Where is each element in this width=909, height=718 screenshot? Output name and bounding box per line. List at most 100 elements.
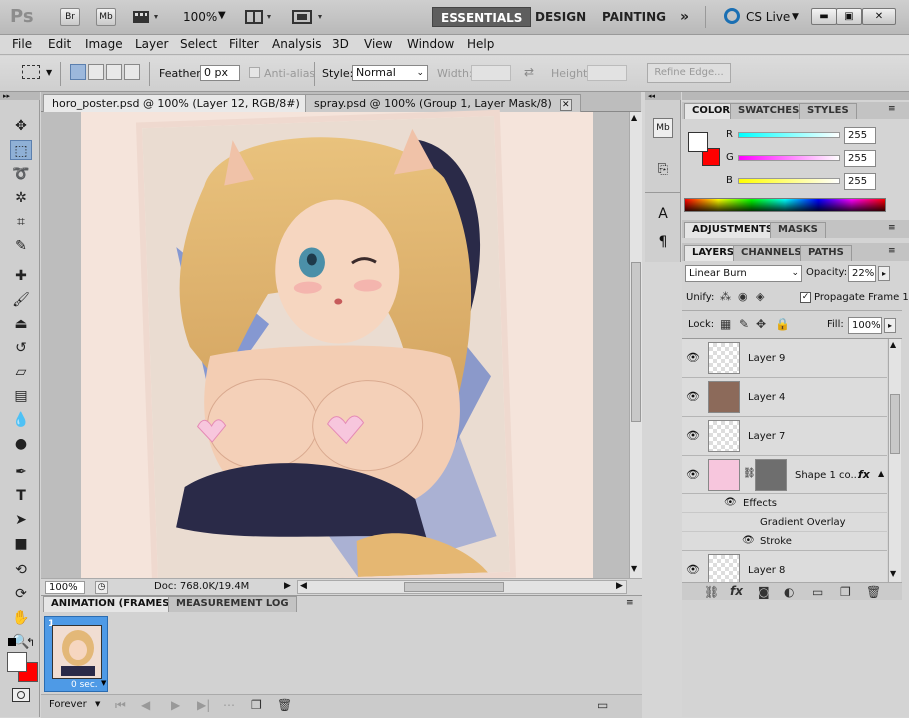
hand-tool-icon[interactable]: ✋: [10, 608, 32, 628]
effect-row[interactable]: Gradient Overlay: [682, 513, 887, 532]
workspace-essentials[interactable]: ESSENTIALS: [432, 7, 532, 27]
history-panel-icon[interactable]: ⎘: [653, 162, 673, 182]
unify-style-icon[interactable]: ◈: [756, 290, 764, 303]
layer-row[interactable]: 👁 Layer 9: [682, 339, 887, 378]
menu-help[interactable]: Help: [467, 37, 494, 51]
visibility-eye-icon[interactable]: 👁: [686, 563, 700, 577]
quick-selection-tool-icon[interactable]: ✲: [10, 188, 32, 208]
gradient-tool-icon[interactable]: ▤: [10, 386, 32, 406]
refine-edge-button[interactable]: Refine Edge...: [647, 63, 731, 83]
adjustment-layer-icon[interactable]: ◐: [784, 585, 794, 599]
tab-styles[interactable]: STYLES: [799, 103, 857, 119]
tab-animation-frames[interactable]: ANIMATION (FRAMES): [43, 596, 183, 612]
zoom-input[interactable]: 100%: [45, 581, 85, 594]
menu-file[interactable]: File: [12, 37, 32, 51]
status-menu-icon[interactable]: ◷: [95, 581, 108, 594]
scroll-up-arrow-icon[interactable]: ▲: [890, 340, 896, 349]
red-value[interactable]: 255: [844, 127, 876, 144]
menu-layer[interactable]: Layer: [135, 37, 168, 51]
layer-row[interactable]: 👁 Layer 4: [682, 378, 887, 417]
visibility-eye-icon[interactable]: 👁: [686, 468, 700, 482]
chevron-down-icon[interactable]: ▼: [218, 10, 226, 21]
lock-all-icon[interactable]: 🔒: [775, 317, 790, 331]
menu-image[interactable]: Image: [85, 37, 123, 51]
tab-paths[interactable]: PATHS: [800, 245, 852, 261]
menu-edit[interactable]: Edit: [48, 37, 71, 51]
new-layer-icon[interactable]: ❐: [840, 585, 851, 599]
blend-mode-select[interactable]: Linear Burn ⌄: [685, 265, 802, 282]
healing-brush-tool-icon[interactable]: ✚: [10, 266, 32, 286]
duplicate-frame-icon[interactable]: ❐: [251, 698, 262, 712]
menu-view[interactable]: View: [364, 37, 392, 51]
visibility-eye-icon[interactable]: 👁: [686, 429, 700, 443]
eyedropper-tool-icon[interactable]: ✎: [10, 236, 32, 256]
cs-live-button[interactable]: CS Live: [746, 10, 790, 24]
clone-stamp-tool-icon[interactable]: ⏏: [10, 314, 32, 334]
link-icon[interactable]: ⛓: [743, 468, 756, 479]
effects-eye-icon[interactable]: 👁: [724, 497, 737, 508]
paragraph-panel-icon[interactable]: ¶: [653, 234, 673, 254]
character-panel-icon[interactable]: A: [653, 206, 673, 226]
visibility-eye-icon[interactable]: 👁: [686, 351, 700, 365]
opacity-slider-arrow-icon[interactable]: ▸: [878, 266, 890, 281]
panel-menu-icon[interactable]: ≡: [888, 223, 896, 233]
new-group-icon[interactable]: ▭: [812, 585, 823, 599]
tab-measurement-log[interactable]: MEASUREMENT LOG: [168, 596, 297, 612]
chevron-down-icon[interactable]: ▼: [95, 700, 100, 708]
default-colors-icon[interactable]: [8, 638, 16, 646]
link-layers-icon[interactable]: ⛓: [704, 585, 719, 599]
unify-position-icon[interactable]: ⁂: [720, 290, 731, 303]
horizontal-scroll-thumb[interactable]: [404, 582, 504, 592]
panel-menu-icon[interactable]: ≡: [626, 598, 634, 608]
add-mask-icon[interactable]: ◙: [758, 585, 770, 599]
blur-tool-icon[interactable]: 💧: [10, 410, 32, 430]
visibility-eye-icon[interactable]: 👁: [686, 390, 700, 404]
zoom-level[interactable]: 100%: [183, 10, 217, 24]
panel-collapse-handle[interactable]: ▸▸: [0, 92, 40, 100]
anti-alias-checkbox[interactable]: [249, 67, 260, 78]
menu-analysis[interactable]: Analysis: [272, 37, 321, 51]
tab-masks[interactable]: MASKS: [770, 222, 826, 238]
scroll-right-arrow-icon[interactable]: ▶: [616, 581, 623, 591]
chevron-down-icon[interactable]: ▼: [101, 679, 106, 687]
collapse-effects-arrow-icon[interactable]: ▲: [878, 469, 884, 478]
fill-slider-arrow-icon[interactable]: ▸: [884, 318, 896, 333]
tab-horo-poster[interactable]: horo_poster.psd @ 100% (Layer 12, RGB/8#…: [43, 94, 329, 112]
launch-mini-bridge-button[interactable]: Mb: [96, 8, 116, 26]
frame-delay[interactable]: 0 sec.: [71, 680, 98, 690]
canvas-horizontal-scrollbar[interactable]: ◀ ▶: [297, 580, 627, 594]
add-layer-style-icon[interactable]: fx: [730, 584, 743, 598]
type-tool-icon[interactable]: T: [10, 486, 32, 506]
pen-tool-icon[interactable]: ✒: [10, 462, 32, 482]
panel-collapse-handle[interactable]: [682, 92, 909, 100]
layers-scrollbar[interactable]: ▲ ▼: [888, 339, 901, 582]
panel-collapse-handle[interactable]: ◂◂: [645, 92, 681, 100]
layer-row[interactable]: 👁 Layer 7: [682, 417, 887, 456]
delete-layer-icon[interactable]: 🗑: [866, 585, 881, 599]
lock-image-icon[interactable]: ✎: [739, 317, 749, 331]
tab-adjustments[interactable]: ADJUSTMENTS: [684, 222, 782, 238]
play-icon[interactable]: ▶: [171, 698, 180, 712]
previous-frame-icon[interactable]: ◀: [141, 698, 150, 712]
brush-tool-icon[interactable]: 🖌: [10, 290, 32, 310]
history-brush-tool-icon[interactable]: ↺: [10, 338, 32, 358]
effects-row[interactable]: 👁 Effects: [682, 494, 887, 513]
view-extras-dropdown[interactable]: [132, 9, 162, 25]
next-frame-icon[interactable]: ▶|: [197, 698, 210, 712]
propagate-frame-checkbox[interactable]: ✓: [800, 292, 811, 303]
tab-spray[interactable]: spray.psd @ 100% (Group 1, Layer Mask/8)…: [305, 94, 581, 112]
height-input[interactable]: [587, 65, 627, 81]
eraser-tool-icon[interactable]: ▱: [10, 362, 32, 382]
style-select[interactable]: Normal ⌄: [352, 65, 428, 81]
scroll-left-arrow-icon[interactable]: ◀: [300, 581, 307, 591]
red-slider[interactable]: [738, 132, 840, 138]
lock-position-icon[interactable]: ✥: [756, 317, 766, 331]
close-icon[interactable]: ✕: [559, 99, 572, 111]
screen-mode-dropdown[interactable]: [292, 9, 328, 25]
blue-value[interactable]: 255: [844, 173, 876, 190]
panel-menu-icon[interactable]: ≡: [888, 246, 896, 256]
tab-swatches[interactable]: SWATCHES: [730, 103, 808, 119]
swap-colors-icon[interactable]: ↰: [26, 636, 35, 649]
workspace-painting[interactable]: PAINTING: [594, 7, 674, 27]
green-slider[interactable]: [738, 155, 840, 161]
